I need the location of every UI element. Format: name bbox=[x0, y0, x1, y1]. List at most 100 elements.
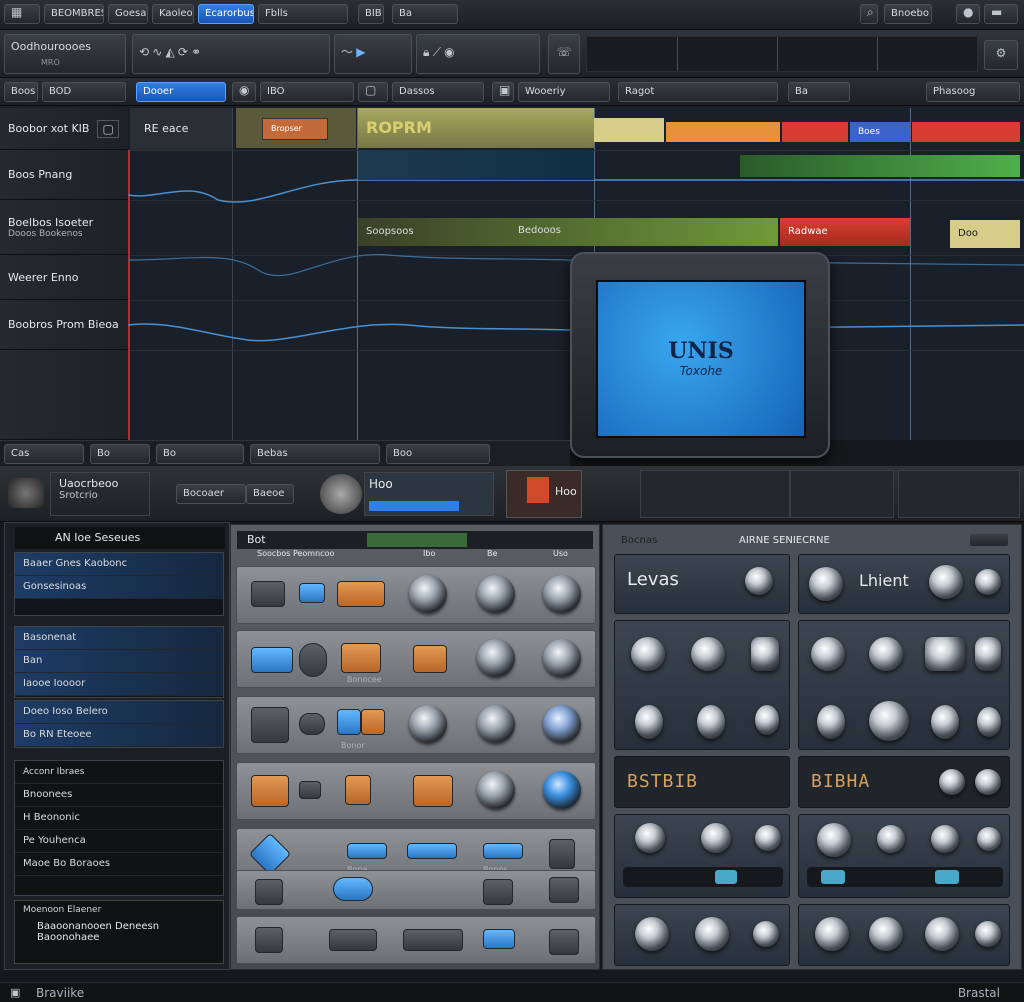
synth-knob[interactable] bbox=[817, 823, 851, 857]
rack-button[interactable] bbox=[361, 709, 385, 735]
sub-icon-button-3[interactable]: ▣ bbox=[492, 82, 514, 102]
toggle-button[interactable]: ▬ bbox=[984, 4, 1018, 24]
bottom-button-1[interactable]: Cas bbox=[4, 444, 84, 464]
rack-button[interactable] bbox=[251, 647, 293, 673]
transport-play-group[interactable]: 〜 ▶ bbox=[334, 34, 412, 74]
rack-knob[interactable] bbox=[543, 705, 581, 743]
rack-knob[interactable] bbox=[543, 575, 581, 613]
module-screen[interactable]: Hoo bbox=[364, 472, 494, 516]
rack-button[interactable] bbox=[341, 643, 381, 673]
clip[interactable]: ROPRM bbox=[358, 108, 594, 148]
synth-knob[interactable] bbox=[931, 825, 959, 853]
track-header-4[interactable]: Weerer Enno bbox=[0, 255, 128, 300]
sub-button-5[interactable]: Dassos bbox=[392, 82, 484, 102]
synth-title-strip[interactable]: Levas bbox=[614, 554, 790, 614]
synth-knob[interactable] bbox=[815, 917, 849, 951]
synth-knob[interactable] bbox=[755, 705, 779, 735]
sub-button-6[interactable]: Wooeriy bbox=[518, 82, 610, 102]
rack-button[interactable] bbox=[483, 843, 523, 859]
synth-knob[interactable] bbox=[977, 827, 1001, 851]
rack-button[interactable] bbox=[549, 877, 579, 903]
rack-button[interactable] bbox=[483, 879, 513, 905]
rack-button[interactable] bbox=[403, 929, 463, 951]
list-item[interactable]: Pe Youhenca bbox=[15, 830, 223, 853]
module-box[interactable] bbox=[898, 470, 1020, 518]
project-title-box[interactable]: Oodhouroooes MRO bbox=[4, 34, 126, 74]
synth-knob[interactable] bbox=[877, 825, 905, 853]
module-title-box[interactable]: Uaocrbeoo Srotcrio bbox=[50, 472, 150, 516]
synth-knob[interactable] bbox=[869, 701, 909, 741]
rack-knob[interactable] bbox=[543, 639, 581, 677]
clip[interactable] bbox=[912, 122, 1020, 142]
list-item[interactable]: Gonsesinoas bbox=[15, 576, 223, 599]
synth-knob[interactable] bbox=[811, 637, 845, 671]
rack-button[interactable] bbox=[333, 877, 373, 901]
synth-knob[interactable] bbox=[753, 921, 779, 947]
synth-knob[interactable] bbox=[975, 769, 1001, 795]
synth-switch[interactable] bbox=[821, 870, 845, 884]
menu-icon-button[interactable]: ▦ bbox=[4, 4, 40, 24]
rack-button[interactable] bbox=[255, 927, 283, 953]
rack-button[interactable] bbox=[413, 775, 453, 807]
module-button[interactable]: Bocoaer bbox=[176, 484, 246, 504]
module-box[interactable] bbox=[640, 470, 790, 518]
clip[interactable]: Boes bbox=[850, 122, 910, 142]
list-item[interactable]: Doeo Ioso Belero bbox=[15, 701, 223, 724]
rack-button[interactable] bbox=[407, 843, 457, 859]
list-item[interactable]: Acconr Ibraes bbox=[15, 761, 223, 784]
rack-knob[interactable] bbox=[543, 771, 581, 809]
track-header-1[interactable]: Boobor xot KIB ▢ bbox=[0, 108, 128, 150]
record-button[interactable]: ● bbox=[956, 4, 980, 24]
sub-icon-button-2[interactable]: ▢ bbox=[358, 82, 388, 102]
clip[interactable]: Doo bbox=[950, 220, 1020, 248]
synth-knob[interactable] bbox=[697, 705, 725, 739]
rack-knob[interactable] bbox=[409, 575, 447, 613]
clip[interactable] bbox=[740, 155, 1020, 177]
synth-knob[interactable] bbox=[975, 569, 1001, 595]
rack-button[interactable] bbox=[413, 645, 447, 673]
clip[interactable]: Bropser bbox=[262, 118, 328, 140]
transport-effects[interactable]: 🔒︎ ⟋ ◉ bbox=[416, 34, 540, 74]
list-item[interactable]: H Beononic bbox=[15, 807, 223, 830]
toolbar-button-2[interactable]: Goesac bbox=[108, 4, 148, 24]
synth-knob[interactable] bbox=[931, 705, 959, 739]
synth-switch-bar[interactable] bbox=[807, 867, 1003, 887]
rack-button[interactable] bbox=[299, 583, 325, 603]
timeline-overview[interactable] bbox=[586, 36, 978, 72]
rack-button[interactable] bbox=[483, 929, 515, 949]
module-red-unit[interactable]: Hoo bbox=[506, 470, 582, 518]
sub-button-9[interactable]: Phasoog bbox=[926, 82, 1020, 102]
synth-title-strip[interactable]: Lhient bbox=[798, 554, 1010, 614]
rack-button[interactable] bbox=[337, 709, 361, 735]
synth-knob[interactable] bbox=[635, 705, 663, 739]
toolbar-button-3[interactable]: Kaoleor bbox=[152, 4, 194, 24]
bottom-button-3[interactable]: Bo bbox=[156, 444, 244, 464]
module-knob[interactable] bbox=[8, 478, 44, 508]
synth-knob[interactable] bbox=[751, 637, 779, 671]
toolbar-button-7[interactable]: Ba bbox=[392, 4, 458, 24]
rack-button[interactable] bbox=[251, 707, 289, 743]
sub-button-3[interactable]: Dooer bbox=[136, 82, 226, 102]
clip[interactable] bbox=[358, 150, 594, 180]
synth-knob[interactable] bbox=[635, 917, 669, 951]
sub-button-2[interactable]: BOD bbox=[42, 82, 126, 102]
synth-switch-bar[interactable] bbox=[623, 867, 783, 887]
synth-knob[interactable] bbox=[817, 705, 845, 739]
synth-switch[interactable] bbox=[715, 870, 737, 884]
clip[interactable]: Bedooos bbox=[510, 222, 570, 240]
bottom-button-2[interactable]: Bo bbox=[90, 444, 150, 464]
track-header-2[interactable]: Boos Pnang bbox=[0, 150, 128, 200]
track-header-3[interactable]: Boelbos Isoeter Dooos Bookenos bbox=[0, 200, 128, 255]
toolbar-button-5[interactable]: Fblls bbox=[258, 4, 348, 24]
rack-button[interactable] bbox=[248, 832, 292, 876]
synth-knob[interactable] bbox=[939, 769, 965, 795]
synth-knob[interactable] bbox=[869, 637, 903, 671]
module-button[interactable]: Baeoe bbox=[246, 484, 294, 504]
synth-knob[interactable] bbox=[635, 823, 665, 853]
synth-knob[interactable] bbox=[869, 917, 903, 951]
clip[interactable] bbox=[594, 118, 664, 142]
list-item[interactable]: Iaooe Ioooor bbox=[15, 673, 223, 696]
toolbar-button-1[interactable]: BEOMBRES bbox=[44, 4, 104, 24]
phone-button[interactable]: ☏ bbox=[548, 34, 580, 74]
synth-knob[interactable] bbox=[695, 917, 729, 951]
